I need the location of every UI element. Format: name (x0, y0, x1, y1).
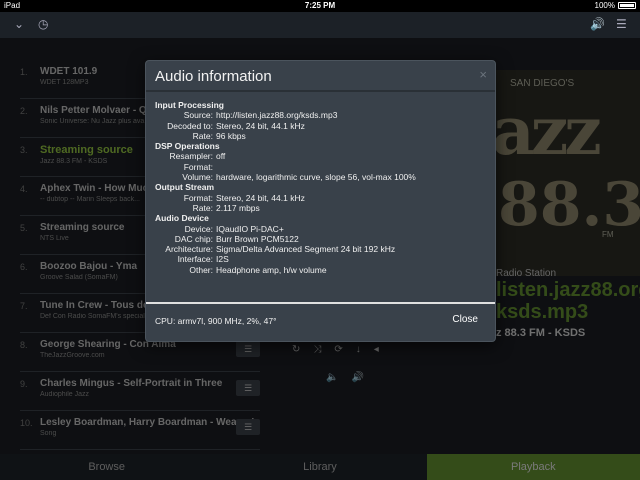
section-heading: DSP Operations (155, 141, 220, 152)
info-value: Stereo, 24 bit, 44.1 kHz (216, 192, 305, 203)
info-value: 2.117 mbps (216, 202, 260, 213)
info-key: Decoded to: (167, 120, 213, 131)
info-key: Device: (184, 223, 213, 234)
chevron-down-icon[interactable]: ⌄ (14, 17, 24, 31)
info-key: Architecture: (165, 244, 213, 255)
info-value: I2S (216, 254, 229, 265)
dialog-header: Audio information × (146, 61, 495, 92)
info-value: hardware, logarithmic curve, slope 56, v… (216, 172, 416, 183)
info-value: Burr Brown PCM5122 (216, 233, 299, 244)
info-row: Format: (155, 162, 495, 172)
info-key: Source: (183, 110, 213, 121)
info-row: Interface: I2S (155, 254, 495, 264)
section-heading: Input Processing (155, 100, 224, 110)
info-row: Architecture: Sigma/Delta Advanced Segmen… (155, 244, 495, 254)
info-row: Format: Stereo, 24 bit, 44.1 kHz (155, 193, 495, 203)
close-icon[interactable]: × (479, 67, 487, 82)
info-value: IQaudIO Pi-DAC+ (216, 223, 284, 234)
info-row: Rate: 2.117 mbps (155, 203, 495, 213)
info-row: Decoded to: Stereo, 24 bit, 44.1 kHz (155, 121, 495, 131)
battery-percent: 100% (594, 1, 615, 10)
dialog-title: Audio information (155, 68, 272, 85)
info-key: Format: (183, 192, 213, 203)
close-button[interactable]: Close (452, 314, 478, 325)
battery-icon (618, 2, 636, 9)
info-row: Source: http://listen.jazz88.org/ksds.mp3 (155, 110, 495, 120)
info-row: Rate: 96 kbps (155, 131, 495, 141)
info-value: Headphone amp, h/w volume (216, 264, 327, 275)
section-heading: Output Stream (155, 182, 215, 193)
cpu-info: CPU: armv7l, 900 MHz, 2%, 47° (155, 316, 277, 326)
clock: 7:25 PM (304, 1, 336, 10)
info-key: Rate: (192, 130, 213, 141)
info-key: Resampler: (169, 151, 213, 162)
app-header: ⌄ ◷ 🔊 ☰ (0, 12, 640, 38)
menu-icon[interactable]: ☰ (616, 17, 627, 31)
dialog-footer: CPU: armv7l, 900 MHz, 2%, 47° Close (146, 304, 495, 341)
info-key: Other: (189, 264, 213, 275)
info-row: Resampler: off (155, 151, 495, 161)
info-row: Volume: hardware, logarithmic curve, slop… (155, 172, 495, 182)
info-value: Sigma/Delta Advanced Segment 24 bit 192 … (216, 244, 396, 255)
dialog-body: Input Processing Source: http://listen.jaz… (146, 92, 495, 304)
info-key: Rate: (192, 202, 213, 213)
info-key: Volume: (182, 172, 213, 183)
audio-info-dialog: Audio information × Input Processing Sour… (145, 60, 496, 342)
info-row: Other: Headphone amp, h/w volume (155, 265, 495, 275)
clock-icon[interactable]: ◷ (38, 17, 48, 31)
info-value (216, 162, 495, 172)
info-value: http://listen.jazz88.org/ksds.mp3 (216, 110, 338, 121)
info-row: DAC chip: Burr Brown PCM5122 (155, 234, 495, 244)
info-value: 96 kbps (216, 130, 246, 141)
info-key: Format: (183, 161, 213, 172)
section-heading: Audio Device (155, 213, 209, 224)
info-value: Stereo, 24 bit, 44.1 kHz (216, 120, 305, 131)
volume-icon[interactable]: 🔊 (590, 17, 605, 31)
info-row: Device: IQaudIO Pi-DAC+ (155, 224, 495, 234)
info-value: off (216, 151, 226, 162)
status-bar: iPad 7:25 PM 100% (0, 0, 640, 12)
info-key: Interface: (177, 254, 213, 265)
info-key: DAC chip: (174, 233, 213, 244)
